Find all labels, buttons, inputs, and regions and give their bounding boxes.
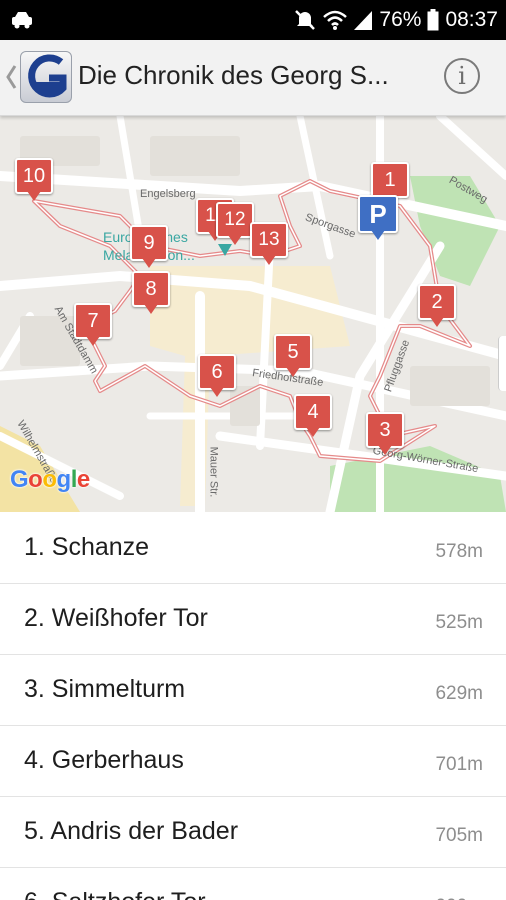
- map-marker-7[interactable]: 7: [74, 303, 112, 349]
- list-item[interactable]: 4. Gerberhaus 701m: [0, 726, 506, 797]
- marker-number: 1: [371, 162, 409, 198]
- list-item[interactable]: 2. Weißhofer Tor 525m: [0, 584, 506, 655]
- list-item-distance: 701m: [435, 754, 483, 775]
- marker-number: 4: [294, 394, 332, 430]
- marker-number: 6: [198, 354, 236, 390]
- map-marker-9[interactable]: 9: [130, 225, 168, 271]
- map-marker-2[interactable]: 2: [418, 284, 456, 330]
- signal-icon: [354, 11, 373, 30]
- list-item-name: 5. Andris der Bader: [24, 817, 239, 845]
- stations-list[interactable]: 1. Schanze 578m 2. Weißhofer Tor 525m 3.…: [0, 513, 506, 900]
- parking-marker[interactable]: P: [358, 195, 398, 241]
- car-icon: [12, 12, 32, 29]
- battery-percent: 76%: [379, 8, 422, 31]
- info-button[interactable]: i: [444, 58, 480, 94]
- map-edge-handle[interactable]: [498, 336, 506, 391]
- google-logo: Google: [10, 466, 90, 493]
- battery-icon: [427, 9, 439, 31]
- clock: 08:37: [445, 8, 498, 31]
- map-marker-6[interactable]: 6: [198, 354, 236, 400]
- map-marker-3[interactable]: 3: [366, 412, 404, 458]
- info-icon: i: [458, 62, 466, 90]
- street-label: Engelsberg: [140, 188, 196, 200]
- marker-number: 9: [130, 225, 168, 261]
- list-item-name: 3. Simmelturm: [24, 675, 186, 703]
- wifi-icon: [323, 10, 348, 30]
- list-item-name: 1. Schanze: [24, 533, 150, 561]
- app-bar: Die Chronik des Georg S... i: [0, 40, 506, 116]
- list-item-distance: 000m: [435, 896, 483, 900]
- marker-number: 5: [274, 334, 312, 370]
- marker-number: 3: [366, 412, 404, 448]
- back-chevron-icon[interactable]: [4, 62, 18, 92]
- map-marker-4[interactable]: 4: [294, 394, 332, 440]
- list-item-distance: 705m: [435, 825, 483, 846]
- marker-number: 2: [418, 284, 456, 320]
- list-item[interactable]: 1. Schanze 578m: [0, 513, 506, 584]
- list-item-distance: 629m: [435, 683, 483, 704]
- marker-number: 7: [74, 303, 112, 339]
- map-marker-8[interactable]: 8: [132, 271, 170, 317]
- map-marker-12[interactable]: 12: [216, 202, 254, 248]
- map-marker-5[interactable]: 5: [274, 334, 312, 380]
- list-item-name: 2. Weißhofer Tor: [24, 604, 208, 632]
- list-item[interactable]: 5. Andris der Bader 705m: [0, 797, 506, 868]
- list-item[interactable]: 6. Saltzhofer Tor 000m: [0, 868, 506, 900]
- map-view[interactable]: Engelsberg Sporgasse Postweg Am Stadtdam…: [0, 116, 506, 512]
- parking-icon: P: [358, 195, 398, 233]
- page-title: Die Chronik des Georg S...: [78, 60, 389, 90]
- map-marker-10[interactable]: 10: [15, 158, 53, 204]
- mute-icon: [295, 10, 316, 30]
- list-item[interactable]: 3. Simmelturm 629m: [0, 655, 506, 726]
- app-logo-icon: [28, 54, 67, 98]
- list-item-distance: 525m: [435, 612, 483, 633]
- list-item-distance: 578m: [435, 541, 483, 562]
- street-label: Mauer Str.: [207, 446, 220, 498]
- marker-number: 12: [216, 202, 254, 238]
- map-marker-13[interactable]: 13: [250, 222, 288, 268]
- marker-number: 8: [132, 271, 170, 307]
- list-item-name: 6. Saltzhofer Tor: [24, 888, 206, 900]
- app-logo[interactable]: [20, 51, 72, 103]
- marker-number: 10: [15, 158, 53, 194]
- status-bar: 76% 08:37: [0, 0, 506, 40]
- list-item-name: 4. Gerberhaus: [24, 746, 184, 774]
- marker-number: 13: [250, 222, 288, 258]
